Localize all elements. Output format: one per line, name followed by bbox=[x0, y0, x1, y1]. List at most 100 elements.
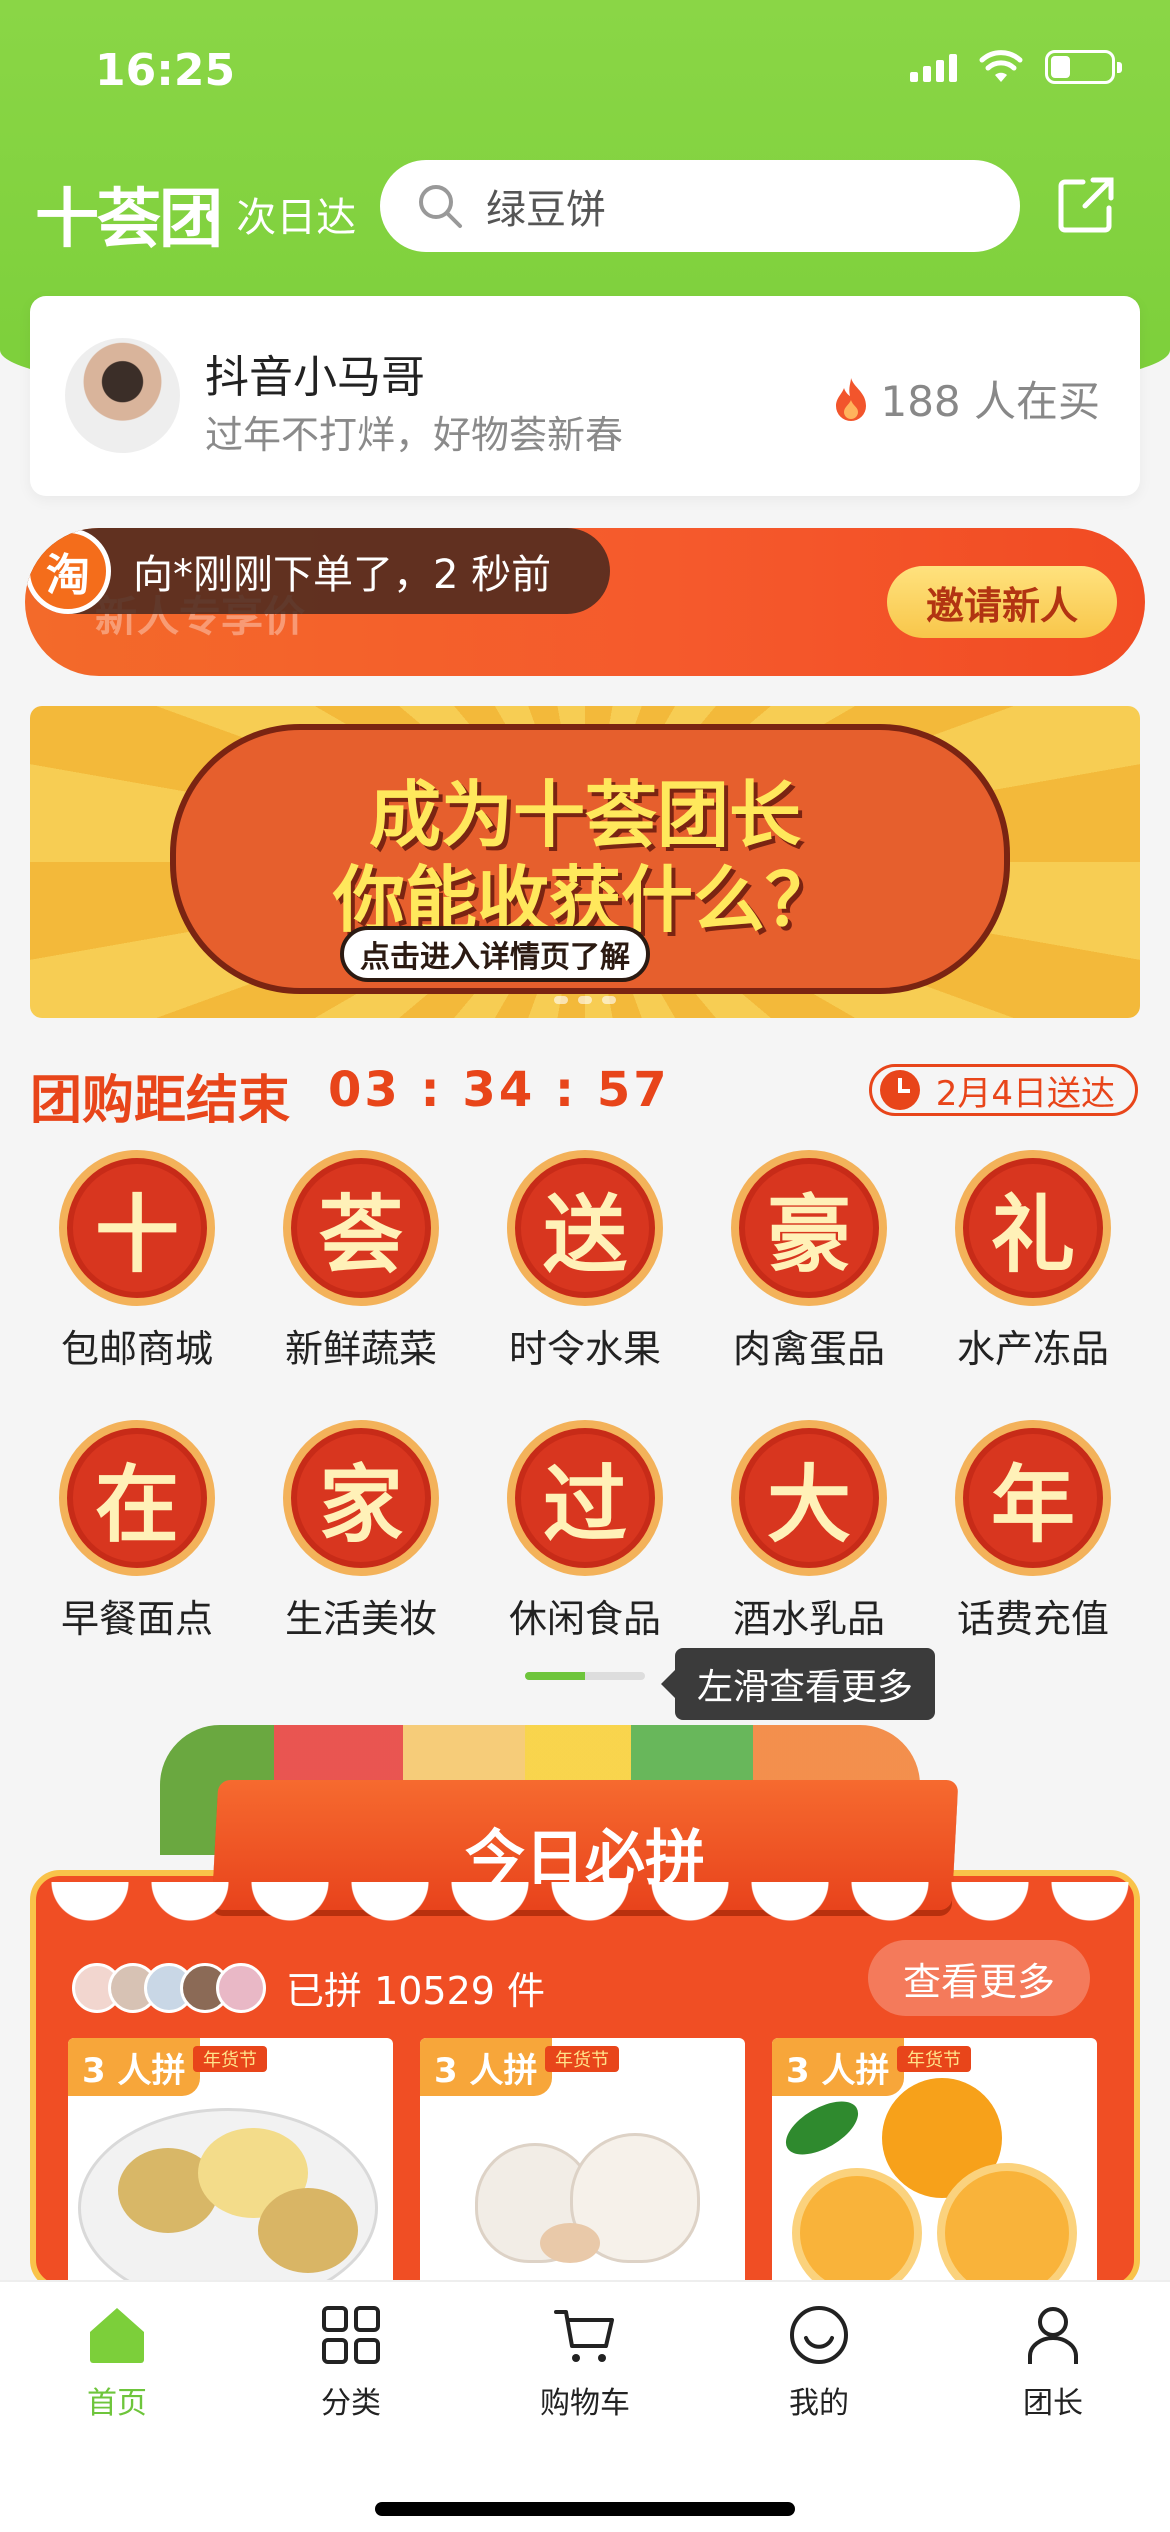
cart-icon bbox=[554, 2310, 614, 2362]
wifi-icon bbox=[979, 50, 1023, 82]
awning-scallops bbox=[40, 1882, 1130, 1932]
delivery-badge: 2月4日送达 bbox=[868, 1064, 1138, 1116]
category-item[interactable]: 礼 水产冻品 bbox=[921, 1150, 1145, 1373]
category-label: 早餐面点 bbox=[60, 1597, 213, 1641]
category-item[interactable]: 送 时令水果 bbox=[473, 1150, 697, 1373]
status-bar: 16:25 bbox=[0, 0, 1170, 150]
product-card[interactable]: 3 人拼 年货节 bbox=[68, 2038, 393, 2298]
category-label: 时令水果 bbox=[508, 1327, 661, 1371]
countdown-row: 团购距结束 03 : 34 : 57 2月4日送达 bbox=[30, 1058, 1140, 1131]
joined-count: 已拼 10529 件 bbox=[72, 1960, 545, 2015]
page: { "status_bar": { "time": "16:25" }, "he… bbox=[0, 0, 1170, 2532]
taobao-icon: 淘 bbox=[25, 528, 111, 614]
status-time: 16:25 bbox=[95, 45, 236, 96]
category-icon: 过 bbox=[507, 1420, 663, 1576]
smile-icon bbox=[790, 2306, 848, 2364]
search-bar[interactable]: 绿豆饼 bbox=[380, 160, 1020, 252]
category-item[interactable]: 在 早餐面点 bbox=[25, 1420, 249, 1643]
group-size-tag: 3 人拼 bbox=[68, 2038, 200, 2096]
leader-card[interactable]: 抖音小马哥 过年不打烊，好物荟新春 188 人在买 bbox=[30, 296, 1140, 496]
joined-text: 已拼 10529 件 bbox=[286, 1969, 546, 2013]
view-more-button[interactable]: 查看更多 bbox=[868, 1940, 1090, 2016]
tab-cart[interactable]: 购物车 bbox=[468, 2304, 702, 2422]
category-icon: 在 bbox=[59, 1420, 215, 1576]
category-icon: 大 bbox=[731, 1420, 887, 1576]
share-icon[interactable] bbox=[1057, 176, 1115, 234]
banner-detail-button[interactable]: 点击进入详情页了解 bbox=[340, 926, 650, 982]
category-icon: 豪 bbox=[731, 1150, 887, 1306]
category-icon: 年 bbox=[955, 1420, 1111, 1576]
invite-button[interactable]: 邀请新人 bbox=[887, 566, 1117, 638]
clock-icon bbox=[879, 1070, 920, 1110]
category-item[interactable]: 荟 新鲜蔬菜 bbox=[249, 1150, 473, 1373]
tab-label: 购物车 bbox=[540, 2386, 630, 2421]
signal-icon bbox=[910, 52, 957, 82]
category-icon: 十 bbox=[59, 1150, 215, 1306]
group-size-tag: 3 人拼 bbox=[772, 2038, 904, 2096]
tab-home[interactable]: 首页 bbox=[0, 2304, 234, 2422]
tab-label: 首页 bbox=[87, 2386, 147, 2421]
category-icon: 家 bbox=[283, 1420, 439, 1576]
promo-bar[interactable]: 新人专享价 淘 向*刚刚下单了，2 秒前 邀请新人 bbox=[25, 528, 1145, 676]
category-item[interactable]: 过 休闲食品 bbox=[473, 1420, 697, 1643]
grid-icon bbox=[322, 2306, 380, 2364]
logo-subtitle: • 次日达 bbox=[200, 195, 357, 241]
delivery-date: 2月4日送达 bbox=[935, 1073, 1115, 1114]
bottom-tab-bar: 首页 分类 购物车 我的 团长 bbox=[0, 2280, 1170, 2532]
buyers-text: 188 人在买 bbox=[880, 377, 1100, 426]
group-size-tag: 3 人拼 bbox=[420, 2038, 552, 2096]
person-icon bbox=[1028, 2307, 1078, 2364]
buyers-count: 188 人在买 bbox=[832, 368, 1100, 429]
festival-badge: 年货节 bbox=[897, 2046, 971, 2072]
festival-badge: 年货节 bbox=[193, 2046, 267, 2072]
tab-category[interactable]: 分类 bbox=[234, 2304, 468, 2422]
festival-badge: 年货节 bbox=[545, 2046, 619, 2072]
category-item[interactable]: 十 包邮商城 bbox=[25, 1150, 249, 1373]
category-item[interactable]: 年 话费充值 bbox=[921, 1420, 1145, 1643]
tab-mine[interactable]: 我的 bbox=[702, 2304, 936, 2422]
top-bar: 十荟团 • 次日达 绿豆饼 bbox=[0, 160, 1170, 257]
home-icon bbox=[90, 2308, 144, 2363]
banner-pagination bbox=[30, 996, 1140, 1004]
category-label: 肉禽蛋品 bbox=[732, 1327, 885, 1371]
tab-label: 我的 bbox=[789, 2386, 849, 2421]
potato-shape bbox=[258, 2188, 358, 2273]
search-placeholder: 绿豆饼 bbox=[486, 187, 606, 233]
product-card[interactable]: 3 人拼 年货节 bbox=[420, 2038, 745, 2298]
battery-icon bbox=[1045, 50, 1122, 84]
product-card[interactable]: 3 人拼 年货节 bbox=[772, 2038, 1097, 2298]
category-label: 话费充值 bbox=[956, 1597, 1109, 1641]
category-scroll-indicator[interactable] bbox=[525, 1672, 645, 1680]
category-icon: 荟 bbox=[283, 1150, 439, 1306]
leader-name: 抖音小马哥 bbox=[205, 352, 425, 403]
status-icons bbox=[910, 50, 1122, 84]
order-ticker: 淘 向*刚刚下单了，2 秒前 bbox=[25, 528, 610, 614]
leader-avatar bbox=[65, 338, 180, 453]
tab-leader[interactable]: 团长 bbox=[936, 2304, 1170, 2422]
app-logo: 十荟团 bbox=[35, 183, 223, 257]
category-label: 酒水乳品 bbox=[732, 1597, 885, 1641]
garlic-clove bbox=[540, 2223, 600, 2263]
search-icon bbox=[419, 185, 462, 228]
fire-icon bbox=[836, 377, 867, 421]
category-label: 包邮商城 bbox=[60, 1327, 213, 1371]
category-label: 生活美妆 bbox=[284, 1597, 437, 1641]
category-icon: 礼 bbox=[955, 1150, 1111, 1306]
ticker-text: 向*刚刚下单了，2 秒前 bbox=[133, 552, 552, 598]
tab-label: 团长 bbox=[1023, 2386, 1083, 2421]
countdown-timer: 03 : 34 : 57 bbox=[328, 1062, 670, 1118]
tab-label: 分类 bbox=[321, 2386, 381, 2421]
leader-recruit-banner[interactable]: 成为十荟团长 你能收获什么？ 点击进入详情页了解 bbox=[30, 706, 1140, 1018]
category-item[interactable]: 大 酒水乳品 bbox=[697, 1420, 921, 1643]
orange-image bbox=[937, 2163, 1077, 2298]
buyer-avatars bbox=[72, 1962, 266, 2013]
countdown-title: 团购距结束 bbox=[30, 1071, 291, 1131]
category-label: 水产冻品 bbox=[956, 1327, 1109, 1371]
category-icon: 送 bbox=[507, 1150, 663, 1306]
leader-slogan: 过年不打烊，好物荟新春 bbox=[205, 413, 624, 457]
orange-image bbox=[792, 2168, 922, 2298]
home-indicator bbox=[375, 2502, 795, 2516]
category-item[interactable]: 豪 肉禽蛋品 bbox=[697, 1150, 921, 1373]
category-item[interactable]: 家 生活美妆 bbox=[249, 1420, 473, 1643]
leaf-image bbox=[777, 2090, 867, 2166]
